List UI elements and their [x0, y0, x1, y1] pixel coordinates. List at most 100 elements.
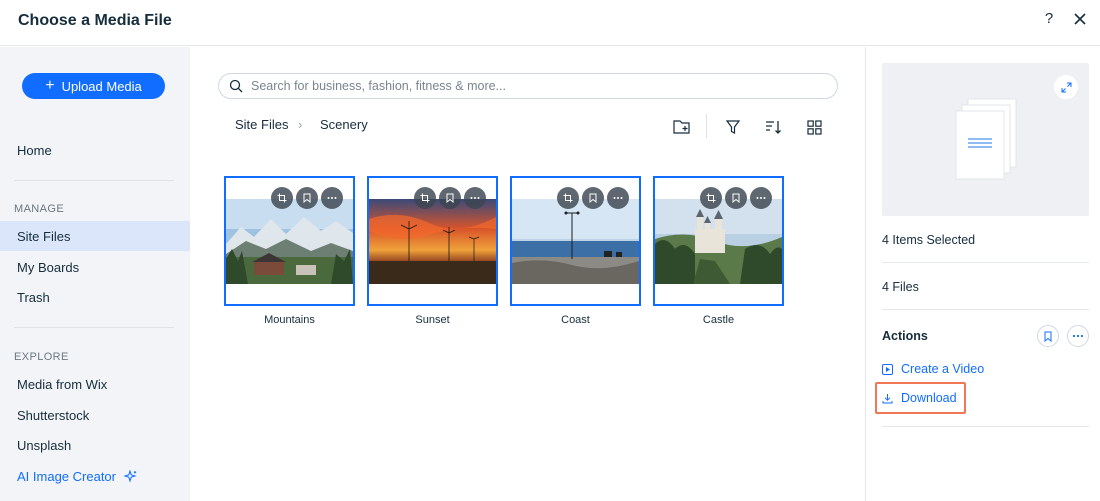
media-item-label: Castle: [702, 314, 735, 326]
download-icon: [882, 393, 893, 403]
search-input[interactable]: [251, 79, 811, 93]
dialog-title: Choose a Media File: [18, 12, 172, 29]
sidebar-item-label: Unsplash: [17, 437, 72, 453]
more-button[interactable]: [607, 187, 629, 209]
sunset-image: [369, 199, 496, 284]
download-link[interactable]: Download: [882, 391, 957, 405]
sidebar-item-my-boards[interactable]: My Boards: [0, 252, 190, 282]
plus-icon: +: [45, 76, 55, 94]
filter-button[interactable]: [722, 117, 744, 137]
bookmark-icon: [1044, 331, 1052, 342]
sidebar-item-unsplash[interactable]: Unsplash: [0, 430, 190, 460]
crop-icon: [706, 193, 716, 203]
grid-icon: [806, 119, 822, 135]
media-item-sunset[interactable]: [367, 176, 498, 306]
sidebar-item-label: My Boards: [17, 259, 80, 275]
sidebar-divider: [14, 180, 174, 181]
sidebar-item-label: Shutterstock: [17, 407, 90, 423]
create-video-link[interactable]: Create a Video: [882, 362, 984, 376]
more-button[interactable]: [321, 187, 343, 209]
save-to-board-button[interactable]: [1037, 325, 1059, 347]
more-icon: [613, 197, 623, 199]
details-divider: [882, 309, 1089, 310]
new-folder-button[interactable]: [671, 117, 693, 137]
filter-icon: [725, 120, 741, 134]
folder-plus-icon: [673, 120, 690, 134]
document-stack-icon: [955, 98, 1017, 180]
media-item-mountains[interactable]: [224, 176, 355, 306]
bookmark-icon: [446, 193, 454, 203]
preview-area: [882, 63, 1089, 216]
sidebar-item-label: Trash: [17, 289, 50, 305]
search-icon: [229, 79, 243, 93]
crop-button[interactable]: [557, 187, 579, 209]
sort-icon: [766, 121, 781, 134]
media-item-coast[interactable]: [510, 176, 641, 306]
grid-view-button[interactable]: [803, 117, 825, 137]
close-button[interactable]: [1070, 9, 1090, 29]
sidebar-item-ai-image-creator[interactable]: AI Image Creator: [0, 461, 190, 491]
upload-media-button[interactable]: + Upload Media: [22, 73, 165, 99]
search-bar[interactable]: [218, 73, 838, 99]
media-item-label: Coast: [561, 314, 590, 326]
dialog-header: Choose a Media File ?: [0, 0, 1100, 46]
selected-count: 4 Items Selected: [882, 233, 976, 247]
breadcrumb-separator: ›: [298, 117, 303, 132]
main-panel: Site Files › Scenery Moun: [190, 47, 865, 501]
more-button[interactable]: [750, 187, 772, 209]
more-actions-button[interactable]: [1067, 325, 1089, 347]
bookmark-button[interactable]: [296, 187, 318, 209]
thumb-actions: [557, 187, 629, 209]
download-label: Download: [901, 391, 957, 405]
breadcrumb-current: Scenery: [320, 117, 368, 132]
sidebar-item-label: AI Image Creator: [17, 468, 116, 484]
sidebar-item-label: Media from Wix: [17, 376, 108, 392]
media-item-label: Mountains: [264, 314, 315, 326]
more-icon: [756, 197, 766, 199]
sidebar: + Upload Media Home MANAGE Site Files My…: [0, 47, 190, 501]
mountains-image: [226, 199, 353, 284]
bookmark-button[interactable]: [439, 187, 461, 209]
upload-media-label: Upload Media: [61, 78, 142, 94]
coast-image: [512, 199, 639, 284]
media-item-castle[interactable]: [653, 176, 784, 306]
help-button[interactable]: ?: [1040, 10, 1058, 27]
bookmark-button[interactable]: [725, 187, 747, 209]
thumb-actions: [271, 187, 343, 209]
sidebar-item-shutterstock[interactable]: Shutterstock: [0, 400, 190, 430]
explore-section-label: EXPLORE: [14, 351, 69, 363]
details-panel: 4 Items Selected 4 Files Actions Create …: [865, 47, 1100, 501]
more-icon: [327, 197, 337, 199]
sidebar-item-label: Site Files: [17, 228, 71, 244]
crop-button[interactable]: [271, 187, 293, 209]
close-icon: [1074, 13, 1086, 25]
crop-icon: [420, 193, 430, 203]
expand-preview-button[interactable]: [1054, 75, 1078, 99]
sort-button[interactable]: [762, 117, 784, 137]
sidebar-divider: [14, 327, 174, 328]
more-button[interactable]: [464, 187, 486, 209]
sidebar-item-site-files[interactable]: Site Files: [0, 221, 190, 251]
thumb-actions: [700, 187, 772, 209]
thumb-actions: [414, 187, 486, 209]
breadcrumb-site-files[interactable]: Site Files: [235, 117, 288, 132]
bookmark-icon: [303, 193, 311, 203]
sidebar-item-home[interactable]: Home: [0, 135, 190, 165]
sidebar-item-label: Home: [17, 142, 52, 158]
actions-title: Actions: [882, 329, 928, 343]
details-divider: [882, 426, 1089, 427]
media-item-label: Sunset: [415, 314, 450, 326]
bookmark-icon: [589, 193, 597, 203]
sparkle-icon: [124, 469, 137, 483]
details-divider: [882, 262, 1089, 263]
create-video-label: Create a Video: [901, 362, 985, 376]
sidebar-item-media-from-wix[interactable]: Media from Wix: [0, 369, 190, 399]
more-icon: [470, 197, 480, 199]
video-icon: [882, 363, 893, 375]
expand-icon: [1061, 82, 1071, 92]
more-icon: [1072, 334, 1084, 338]
crop-button[interactable]: [700, 187, 722, 209]
bookmark-button[interactable]: [582, 187, 604, 209]
sidebar-item-trash[interactable]: Trash: [0, 282, 190, 312]
crop-button[interactable]: [414, 187, 436, 209]
